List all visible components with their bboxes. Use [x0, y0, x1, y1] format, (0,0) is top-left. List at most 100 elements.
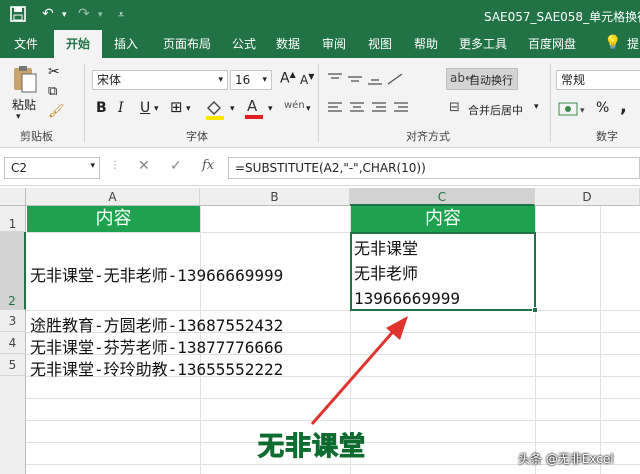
group-label-clipboard: 剪贴板 [20, 130, 53, 143]
tab-home[interactable]: 开始 [54, 30, 102, 58]
phonetic-dropdown-icon[interactable]: ▾ [306, 104, 311, 114]
cell-a3[interactable]: 途胜教育-方圆老师-13687552432 [30, 312, 283, 336]
svg-text:A: A [247, 97, 258, 115]
font-name-select[interactable]: 宋体 ▾ [92, 70, 228, 90]
chevron-down-icon: ▾ [218, 75, 223, 85]
redo-dropdown-icon[interactable]: ▾ [98, 10, 103, 20]
cell-a2[interactable]: 无非课堂-无非老师-13966669999 [30, 262, 283, 286]
gridline [26, 232, 640, 233]
save-icon[interactable] [10, 6, 26, 26]
borders-dropdown-icon[interactable]: ▾ [186, 104, 191, 114]
merge-center-label: 合并后居中 [468, 104, 523, 117]
formula-input[interactable]: =SUBSTITUTE(A2,"-",CHAR(10)) [228, 157, 640, 179]
fill-color-icon[interactable] [204, 98, 228, 120]
paste-icon[interactable] [10, 64, 44, 94]
tab-page-layout[interactable]: 页面布局 [152, 30, 222, 58]
column-header-c[interactable]: C [350, 188, 535, 206]
ribbon-divider [84, 64, 85, 142]
number-format-select[interactable]: 常规 [556, 70, 640, 90]
tab-insert[interactable]: 插入 [104, 30, 148, 58]
copy-icon[interactable]: ⧉ [48, 84, 57, 99]
tab-help[interactable]: 帮助 [406, 30, 446, 58]
paste-button[interactable]: 粘贴 [12, 96, 36, 113]
tab-view[interactable]: 视图 [360, 30, 400, 58]
chevron-down-icon: ▾ [90, 161, 95, 171]
tab-baidu-netdisk[interactable]: 百度网盘 [522, 30, 582, 58]
accounting-format-icon[interactable]: ▾ [558, 100, 588, 118]
decrease-font-icon[interactable]: A▼ [300, 72, 314, 87]
cancel-icon[interactable]: ✕ [138, 158, 150, 174]
undo-dropdown-icon[interactable]: ▾ [62, 10, 67, 20]
column-header-d[interactable]: D [535, 188, 640, 206]
top-align-icons[interactable] [326, 72, 406, 86]
font-color-dropdown-icon[interactable]: ▾ [268, 104, 273, 114]
cell-a1[interactable]: 内容 [27, 206, 200, 232]
phonetic-icon[interactable]: wén [284, 100, 305, 111]
svg-text:▾: ▾ [580, 106, 585, 116]
cell-a5[interactable]: 无非课堂-玲玲助教-13655552222 [30, 356, 283, 380]
row-header-empty [0, 376, 26, 474]
undo-icon[interactable]: ↶ [42, 6, 54, 22]
tab-more-tools[interactable]: 更多工具 [452, 30, 514, 58]
fill-color-dropdown-icon[interactable]: ▾ [230, 104, 235, 114]
row-header-3[interactable]: 3 [0, 310, 26, 332]
wrap-text-button[interactable]: ab↵ 自动换行 [446, 68, 518, 90]
customize-toolbar-icon[interactable]: ⩡ [118, 8, 124, 22]
ribbon-divider [550, 64, 551, 142]
redo-icon[interactable]: ↷ [78, 6, 90, 22]
document-title: SAE057_SAE058_单元格换行三 [484, 10, 640, 24]
ribbon-divider [318, 64, 319, 142]
group-label-alignment: 对齐方式 [406, 130, 450, 143]
watermark-credit: 头条 @无非Excel [518, 452, 614, 466]
tab-data[interactable]: 数据 [268, 30, 308, 58]
cell-c2-line-2: 无非老师 [354, 264, 419, 283]
cell-c2-selected[interactable]: 无非课堂 无非老师 13966669999 [350, 232, 538, 313]
number-format-value: 常规 [561, 73, 586, 87]
merge-center-button[interactable]: ⊟ 合并后居中 ▾ [446, 98, 546, 120]
group-label-number: 数字 [596, 130, 618, 143]
column-header-b[interactable]: B [200, 188, 350, 206]
tab-file[interactable]: 文件 [6, 30, 46, 58]
font-color-icon[interactable]: A [244, 96, 264, 120]
column-header-a[interactable]: A [26, 188, 200, 206]
format-painter-icon[interactable]: 🖌 [48, 104, 65, 119]
enter-icon[interactable]: ✓ [170, 158, 182, 174]
formula-bar: C2 ▾ ⋮ ✕ ✓ fx =SUBSTITUTE(A2,"-",CHAR(10… [0, 148, 640, 186]
lightbulb-icon[interactable]: 💡 [604, 35, 621, 51]
name-box[interactable]: C2 ▾ [4, 157, 100, 179]
cut-icon[interactable]: ✂ [48, 64, 60, 80]
name-box-value: C2 [11, 161, 28, 175]
row-header-5[interactable]: 5 [0, 354, 26, 376]
underline-dropdown-icon[interactable]: ▾ [154, 104, 159, 114]
cell-c1[interactable]: 内容 [351, 206, 535, 232]
fill-handle[interactable] [532, 307, 538, 313]
borders-icon[interactable]: ⊞ [170, 98, 183, 116]
italic-button[interactable]: I [118, 100, 124, 116]
brand-logo: 无非课堂 [257, 432, 367, 463]
underline-button[interactable]: U [140, 100, 150, 116]
wrap-text-label: 自动换行 [469, 74, 513, 87]
tab-formulas[interactable]: 公式 [224, 30, 264, 58]
cell-c2-line-1: 无非课堂 [354, 239, 419, 258]
gridline [26, 310, 640, 311]
worksheet-grid: A B C D 1 2 3 4 5 内容 内容 无非课堂-无非老师-139666… [0, 188, 640, 474]
bold-button[interactable]: B [96, 100, 107, 116]
select-all-corner[interactable] [0, 188, 26, 206]
row-header-1[interactable]: 1 [0, 206, 26, 232]
tab-review[interactable]: 审阅 [314, 30, 354, 58]
row-header-4[interactable]: 4 [0, 332, 26, 354]
cell-c2-line-3: 13966669999 [354, 289, 460, 308]
font-size-select[interactable]: 16 ▾ [230, 70, 272, 90]
percent-style-button[interactable]: % [596, 100, 609, 116]
paste-dropdown-icon[interactable]: ▾ [16, 112, 21, 122]
increase-font-icon[interactable]: A▲ [280, 70, 296, 87]
tab-tell-me[interactable]: 提 [624, 30, 640, 58]
row-header-2[interactable]: 2 [0, 232, 26, 310]
insert-function-icon[interactable]: fx [202, 158, 214, 173]
annotation-arrow [310, 316, 408, 425]
ribbon: 粘贴 ▾ ✂ ⧉ 🖌 剪贴板 宋体 ▾ 16 ▾ A▲ A▼ B I U ▾ ⊞… [0, 58, 640, 148]
cell-a4[interactable]: 无非课堂-芬芳老师-13877776666 [30, 334, 283, 358]
comma-style-button[interactable]: , [620, 96, 627, 117]
font-size-value: 16 [235, 73, 251, 87]
horizontal-align-icons[interactable] [326, 100, 422, 116]
